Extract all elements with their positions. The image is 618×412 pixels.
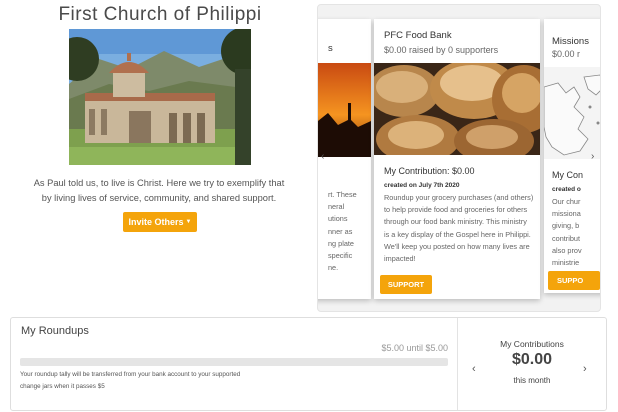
carousel-prev-icon[interactable]: ‹ (321, 151, 324, 162)
contributions-next-icon[interactable]: › (583, 363, 587, 375)
contributions-title: My Contributions (500, 339, 564, 349)
invite-others-label: Invite Others (128, 217, 184, 227)
change-jar-card-left[interactable]: s rt. These neral utions nner as ng plat… (318, 19, 371, 299)
summary-panel: My Roundups $5.00 until $5.00 Your round… (10, 317, 607, 411)
support-button[interactable]: SUPPO (548, 271, 600, 290)
roundups-note: Your roundup tally will be transferred f… (20, 371, 241, 390)
invite-others-button[interactable]: Invite Others ▼ (123, 212, 197, 232)
card-raised: $0.00 r (552, 49, 581, 59)
roundups-title: My Roundups (21, 325, 89, 337)
change-jar-carousel: s rt. These neral utions nner as ng plat… (317, 4, 601, 312)
contributions-period: this month (513, 376, 551, 385)
card-raised: $0.00 raised by 0 supporters (384, 45, 499, 55)
change-jar-card-food-bank[interactable]: PFC Food Bank $0.00 raised by 0 supporte… (374, 19, 540, 299)
card-description: Roundup your grocery purchases (and othe… (384, 193, 534, 264)
caret-down-icon: ▼ (185, 219, 192, 225)
card-created-date: created o (552, 186, 581, 193)
contributions-prev-icon[interactable]: ‹ (472, 363, 476, 375)
card-created-date: created on July 7th 2020 (384, 182, 460, 189)
card-my-contribution: My Con (552, 170, 584, 180)
card-title: Missions (552, 36, 589, 47)
card-my-contribution: My Contribution: $0.00 (384, 166, 475, 176)
roundups-amount: $5.00 until $5.00 (381, 343, 448, 353)
card-description: Our chur missiona giving, b contribut al… (552, 197, 582, 268)
map-image (544, 67, 600, 159)
church-photo (69, 29, 251, 165)
card-title: s (328, 43, 333, 54)
card-description: rt. These neral utions nner as ng plate … (328, 190, 357, 273)
support-button[interactable]: SUPPORT (380, 275, 432, 294)
bread-image (374, 59, 540, 163)
carousel-next-icon[interactable]: › (591, 151, 594, 162)
church-title: First Church of Philippi (58, 4, 262, 25)
roundups-progress-bar (20, 358, 448, 366)
card-title: PFC Food Bank (384, 30, 452, 41)
sunset-image (318, 63, 371, 157)
church-description: As Paul told us, to live is Christ. Here… (33, 178, 285, 203)
